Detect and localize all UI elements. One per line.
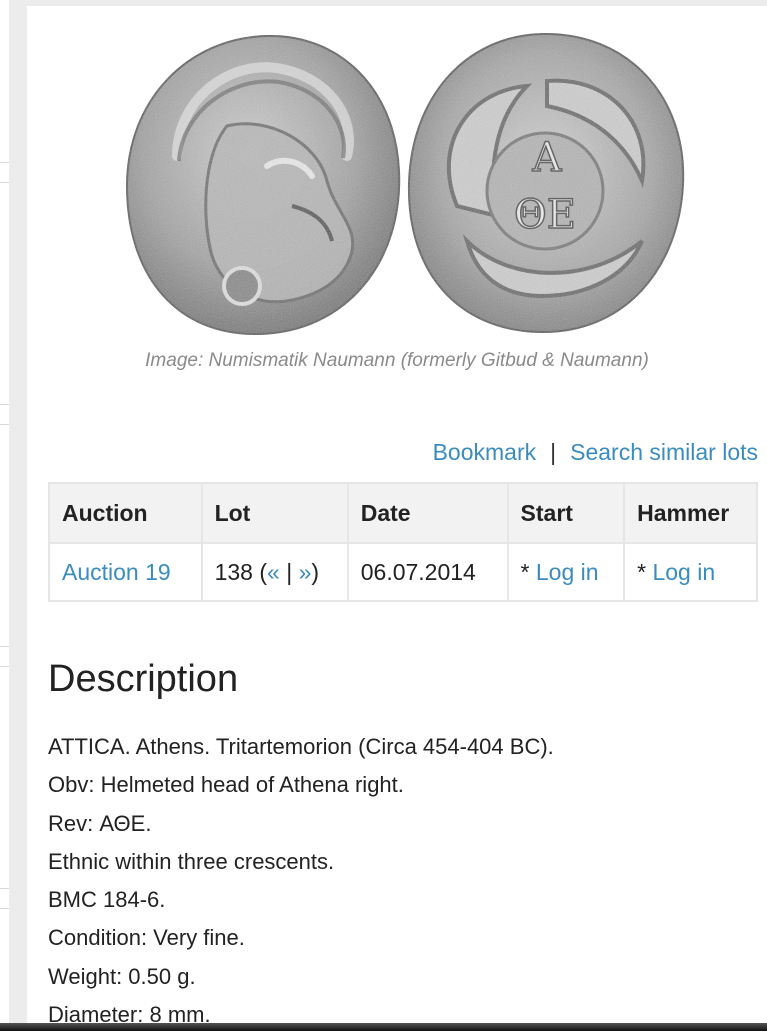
sidebar-divider xyxy=(0,646,9,647)
lot-actions: Bookmark | Search similar lots xyxy=(433,439,758,466)
header-auction: Auction xyxy=(48,482,203,544)
prev-lot-link[interactable]: « xyxy=(267,559,280,585)
start-login-link[interactable]: Log in xyxy=(536,559,599,585)
header-start: Start xyxy=(506,482,626,544)
cell-start: * Log in xyxy=(506,542,626,602)
hammer-login-link[interactable]: Log in xyxy=(652,559,715,585)
description-line: Ethnic within three crescents. xyxy=(48,848,335,874)
header-lot: Lot xyxy=(200,482,349,544)
lots-table: Auction Lot Date Start Hammer Auction 19… xyxy=(48,482,758,602)
description-line: Obv: Helmeted head of Athena right. xyxy=(48,772,404,798)
sidebar-divider xyxy=(0,424,9,425)
search-similar-link[interactable]: Search similar lots xyxy=(570,439,758,465)
description-line: BMC 184-6. xyxy=(48,887,166,913)
coin-legend-bottom: ΘΕ xyxy=(514,192,576,238)
lot-number: 138 xyxy=(214,558,253,585)
description-line: Weight: 0.50 g. xyxy=(48,963,196,989)
description-heading: Description xyxy=(48,658,239,700)
hammer-prefix: * xyxy=(637,558,653,585)
header-hammer: Hammer xyxy=(623,482,758,544)
sidebar-divider xyxy=(0,666,9,667)
cell-auction: Auction 19 xyxy=(48,542,203,602)
sidebar-divider xyxy=(0,888,9,889)
coin-reverse xyxy=(407,32,685,334)
coin-photo: A ΘΕ xyxy=(125,32,685,336)
lot-nav-close: ) xyxy=(311,558,320,585)
cell-date: 06.07.2014 xyxy=(346,542,509,602)
coin-obverse xyxy=(125,34,401,336)
start-prefix: * xyxy=(520,558,536,585)
description-body: ATTICA. Athens. Tritartemorion (Circa 45… xyxy=(48,728,554,1031)
action-separator: | xyxy=(550,439,557,465)
image-caption: Image: Numismatik Naumann (formerly Gitb… xyxy=(145,350,649,371)
sidebar-divider xyxy=(0,404,9,405)
coin-legend-top: A xyxy=(532,135,563,181)
sidebar-divider xyxy=(0,162,9,163)
table-header-row: Auction Lot Date Start Hammer xyxy=(48,482,758,544)
sidebar-divider xyxy=(0,908,9,909)
page-gutter xyxy=(9,0,27,1031)
lot-nav-pipe: | xyxy=(279,558,299,585)
left-sidebar-strip xyxy=(0,0,9,1031)
bookmark-link[interactable]: Bookmark xyxy=(433,439,537,465)
description-line: Condition: Very fine. xyxy=(48,925,245,951)
auction-link[interactable]: Auction 19 xyxy=(62,559,171,585)
coin-image[interactable]: A ΘΕ xyxy=(27,6,767,346)
cell-lot: 138 (« | ») xyxy=(200,542,349,602)
next-lot-link[interactable]: » xyxy=(299,559,312,585)
description-line: Rev: ΑΘΕ. xyxy=(48,810,152,836)
window-bottom-edge xyxy=(0,1023,767,1031)
sidebar-divider xyxy=(0,182,9,183)
table-row: Auction 19 138 (« | ») 06.07.2014 * Log … xyxy=(48,542,758,602)
lot-detail-panel: A ΘΕ Image: Numismatik Naumann (formerly… xyxy=(27,6,767,1031)
description-line: ATTICA. Athens. Tritartemorion (Circa 45… xyxy=(48,734,554,759)
cell-hammer: * Log in xyxy=(623,542,758,602)
header-date: Date xyxy=(346,482,509,544)
lot-nav-open: ( xyxy=(252,558,268,585)
